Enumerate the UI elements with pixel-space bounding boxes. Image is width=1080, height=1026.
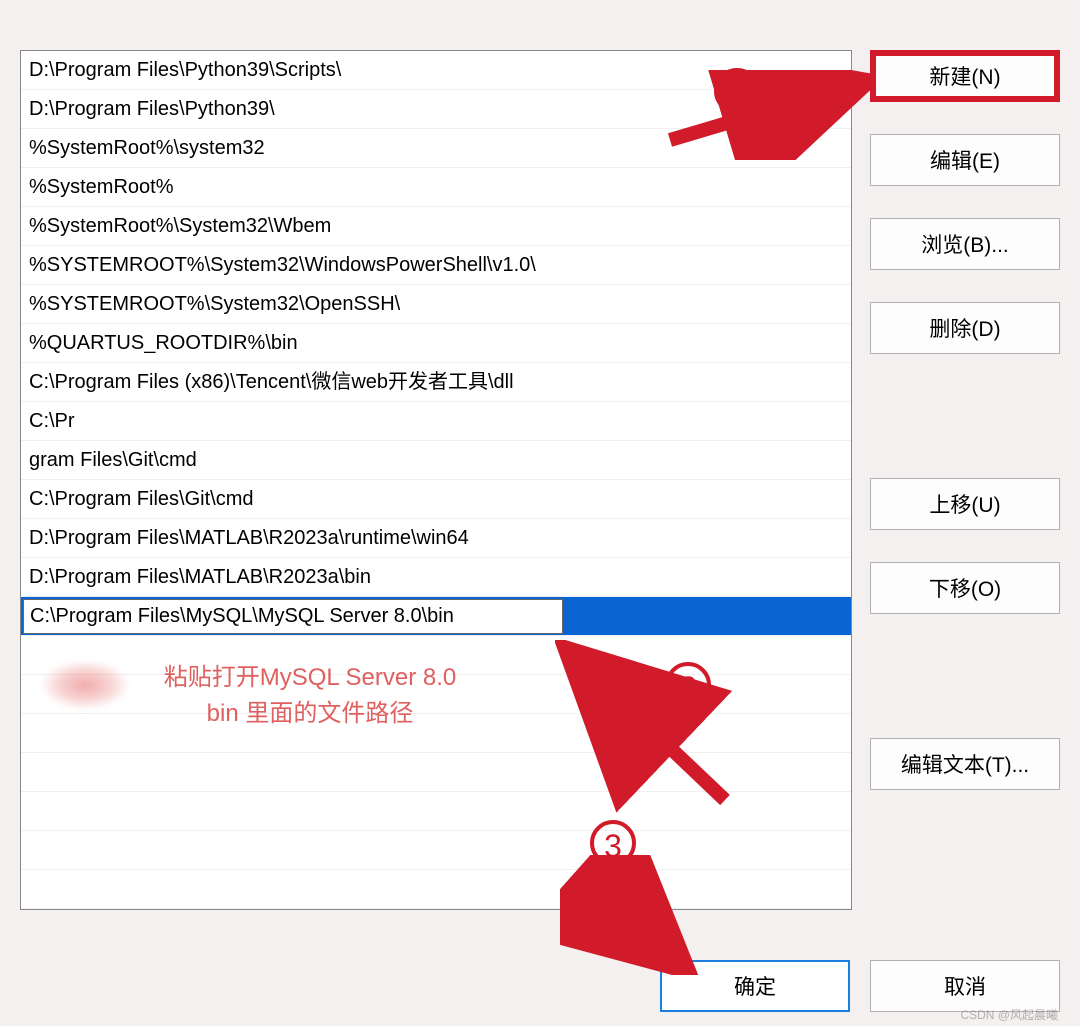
step2-badge-icon: 2	[665, 662, 711, 708]
list-item-editing[interactable]	[21, 597, 851, 636]
list-item[interactable]: C:\Pr	[21, 402, 851, 441]
move-up-button[interactable]: 上移(U)	[870, 478, 1060, 530]
path-edit-input[interactable]	[23, 599, 563, 634]
list-item[interactable]: D:\Program Files\MATLAB\R2023a\bin	[21, 558, 851, 597]
step1-badge-icon: 1	[714, 68, 760, 114]
ok-button[interactable]: 确定	[660, 960, 850, 1012]
move-down-button[interactable]: 下移(O)	[870, 562, 1060, 614]
button-column: 新建(N) 编辑(E) 浏览(B)... 删除(D) 上移(U) 下移(O) 编…	[870, 50, 1060, 910]
hint-text: 粘贴打开MySQL Server 8.0 bin 里面的文件路径	[130, 660, 490, 732]
list-item[interactable]	[21, 792, 851, 831]
list-item[interactable]: D:\Program Files\MATLAB\R2023a\runtime\w…	[21, 519, 851, 558]
watermark-text: CSDN @风起晨曦	[960, 1006, 1058, 1023]
cancel-button[interactable]: 取消	[870, 960, 1060, 1012]
list-item[interactable]: %QUARTUS_ROOTDIR%\bin	[21, 324, 851, 363]
edit-text-button[interactable]: 编辑文本(T)...	[870, 738, 1060, 790]
step3-badge-icon: 3	[590, 820, 636, 866]
edit-button[interactable]: 编辑(E)	[870, 134, 1060, 186]
path-listbox[interactable]: D:\Program Files\Python39\Scripts\ D:\Pr…	[20, 50, 852, 910]
list-item[interactable]: C:\Program Files (x86)\Tencent\微信web开发者工…	[21, 363, 851, 402]
smudge-icon	[40, 660, 130, 710]
list-item[interactable]: %SYSTEMROOT%\System32\WindowsPowerShell\…	[21, 246, 851, 285]
list-item[interactable]: %SystemRoot%	[21, 168, 851, 207]
delete-button[interactable]: 删除(D)	[870, 302, 1060, 354]
list-item[interactable]	[21, 831, 851, 870]
list-item[interactable]	[21, 870, 851, 909]
list-item[interactable]: gram Files\Git\cmd	[21, 441, 851, 480]
list-item[interactable]	[21, 753, 851, 792]
list-item[interactable]: %SystemRoot%\System32\Wbem	[21, 207, 851, 246]
browse-button[interactable]: 浏览(B)...	[870, 218, 1060, 270]
new-button[interactable]: 新建(N)	[870, 50, 1060, 102]
list-item[interactable]: %SystemRoot%\system32	[21, 129, 851, 168]
list-item[interactable]: C:\Program Files\Git\cmd	[21, 480, 851, 519]
list-item[interactable]: %SYSTEMROOT%\System32\OpenSSH\	[21, 285, 851, 324]
